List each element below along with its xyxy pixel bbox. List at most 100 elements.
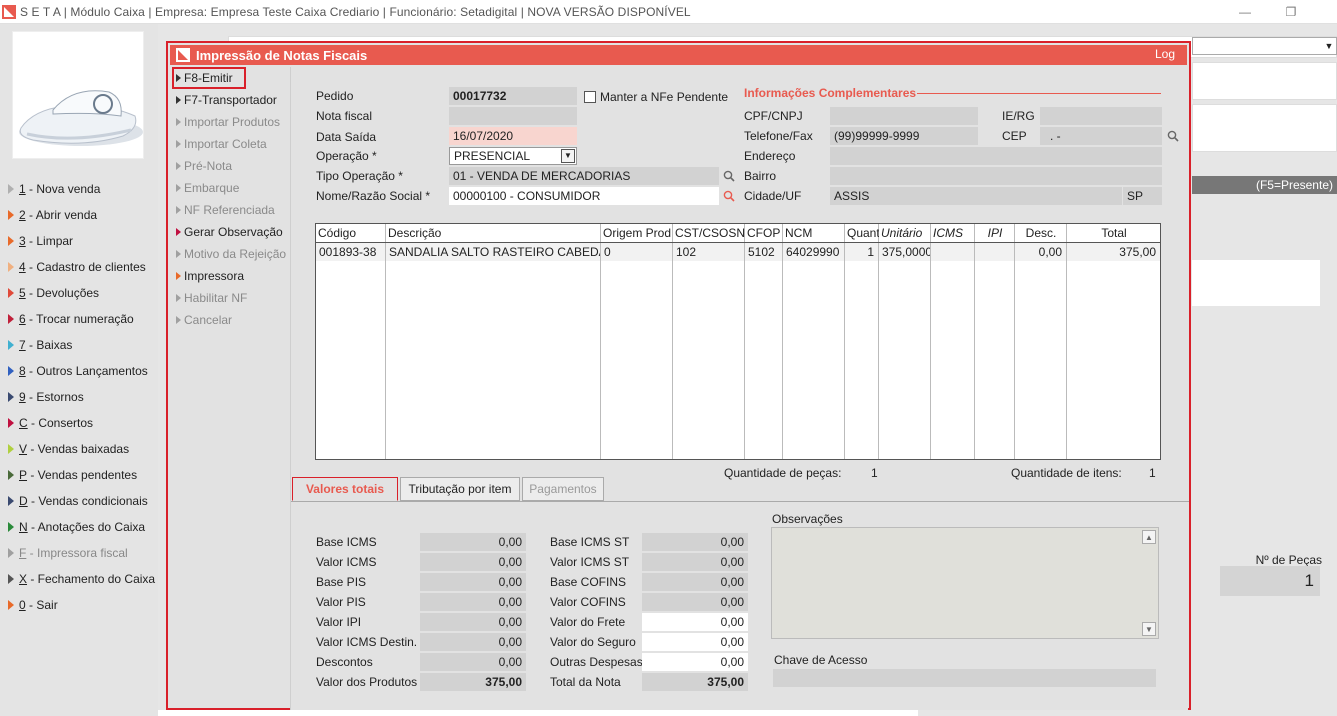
grid-cell[interactable]: 001893-38 (316, 243, 385, 261)
sandal-image-icon (19, 90, 143, 146)
items-grid[interactable]: Código 001893-38 Descrição SANDALIA SALTO R… (315, 223, 1161, 460)
endereco-label: Endereço (744, 149, 796, 163)
background-select[interactable]: ▼ (1192, 37, 1337, 55)
endereco-field[interactable] (830, 147, 1162, 165)
modal-menu-label: Habilitar NF (184, 291, 248, 305)
search-icon[interactable] (1167, 130, 1179, 142)
sidebar-item-9[interactable]: 9 - Estornos (0, 384, 158, 410)
grid-cell[interactable]: 5102 (745, 243, 782, 261)
modal-menu-item[interactable]: Embarque (170, 177, 290, 199)
search-icon[interactable] (723, 170, 735, 182)
nota-fiscal-field[interactable] (449, 107, 577, 125)
grid-header[interactable]: Origem Prod (601, 224, 673, 243)
sidebar-item-d[interactable]: D - Vendas condicionais (0, 488, 158, 514)
valor-field[interactable]: 0,00 (642, 613, 748, 631)
triangle-icon (8, 574, 14, 584)
valor-field[interactable]: 0,00 (642, 633, 748, 651)
tab-tributacao[interactable]: Tributação por item (400, 477, 520, 501)
modal-menu-item[interactable]: NF Referenciada (170, 199, 290, 221)
nome-razao-field[interactable]: 00000100 - CONSUMIDOR (449, 187, 719, 205)
sidebar-item-5[interactable]: 5 - Devoluções (0, 280, 158, 306)
sidebar-item-c[interactable]: C - Consertos (0, 410, 158, 436)
data-saida-field[interactable]: 16/07/2020 (449, 127, 577, 145)
sidebar-item-v[interactable]: V - Vendas baixadas (0, 436, 158, 462)
cidade-field[interactable]: ASSIS (830, 187, 1122, 205)
modal-menu-label: Gerar Observação (184, 225, 283, 239)
grid-header[interactable]: CST/CSOSN (673, 224, 745, 243)
modal-menu-item[interactable]: F7-Transportador (170, 89, 290, 111)
modal-menu-item[interactable]: Motivo da Rejeição (170, 243, 290, 265)
grid-cell[interactable]: SANDALIA SALTO RASTEIRO CABEDAL IN (386, 243, 600, 261)
grid-header[interactable]: Quant (845, 224, 879, 243)
sidebar-item-7[interactable]: 7 - Baixas (0, 332, 158, 358)
grid-header[interactable]: IPI (975, 224, 1015, 243)
tab-pagamentos[interactable]: Pagamentos (522, 477, 604, 501)
telefone-field[interactable]: (99)99999-9999 (830, 127, 978, 145)
valor-label: Valor COFINS (550, 595, 626, 609)
grid-cell[interactable]: 0,00 (1015, 243, 1066, 261)
modal-menu-item[interactable]: Gerar Observação (170, 221, 290, 243)
sidebar-item-label: - Impressora fiscal (26, 546, 128, 560)
modal-menu-item[interactable]: F8-Emitir (172, 67, 246, 89)
grid-header[interactable]: Descrição (386, 224, 601, 243)
sidebar-item-0[interactable]: 0 - Sair (0, 592, 158, 618)
tab-valores-totais[interactable]: Valores totais (292, 477, 398, 501)
modal-menu-item[interactable]: Pré-Nota (170, 155, 290, 177)
restore-button[interactable]: ❐ (1268, 0, 1314, 24)
grid-header[interactable]: Código (316, 224, 386, 243)
triangle-icon (8, 340, 14, 350)
tipo-operacao-field[interactable]: 01 - VENDA DE MERCADORIAS (449, 167, 719, 185)
sidebar-item-n[interactable]: N - Anotações do Caixa (0, 514, 158, 540)
grid-header[interactable]: Desc. (1015, 224, 1067, 243)
bairro-field[interactable] (830, 167, 1162, 185)
sidebar-item-3[interactable]: 3 - Limpar (0, 228, 158, 254)
scroll-up-icon[interactable]: ▲ (1142, 530, 1156, 544)
sidebar-item-f[interactable]: F - Impressora fiscal (0, 540, 158, 566)
grid-header[interactable]: ICMS (931, 224, 975, 243)
sidebar-item-8[interactable]: 8 - Outros Lançamentos (0, 358, 158, 384)
sidebar-item-x[interactable]: X - Fechamento do Caixa (0, 566, 158, 592)
sidebar-item-label: - Trocar numeração (25, 312, 134, 326)
grid-cell[interactable]: 64029990 (783, 243, 844, 261)
grid-cell[interactable]: 0 (601, 243, 672, 261)
minimize-button[interactable]: — (1222, 0, 1268, 24)
sidebar-item-p[interactable]: P - Vendas pendentes (0, 462, 158, 488)
cpf-field[interactable] (830, 107, 978, 125)
grid-cell[interactable] (975, 243, 1014, 261)
grid-header[interactable]: Unitário (879, 224, 931, 243)
cep-field[interactable]: . - (1040, 127, 1162, 145)
modal-menu-item[interactable]: Importar Coleta (170, 133, 290, 155)
valor-field: 0,00 (420, 553, 526, 571)
grid-cell[interactable]: 102 (673, 243, 744, 261)
scroll-down-icon[interactable]: ▼ (1142, 622, 1156, 636)
ie-field[interactable] (1040, 107, 1162, 125)
grid-header[interactable]: Total (1067, 224, 1160, 243)
grid-header[interactable]: NCM (783, 224, 845, 243)
observacoes-textarea[interactable]: ▲ ▼ (771, 527, 1159, 639)
sidebar-item-2[interactable]: 2 - Abrir venda (0, 202, 158, 228)
bairro-label: Bairro (744, 169, 777, 183)
log-button[interactable]: Log (1155, 47, 1175, 61)
pecas-label: Nº de Peças (1255, 553, 1322, 567)
modal-menu-item[interactable]: Cancelar (170, 309, 290, 331)
modal-menu-item[interactable]: Impressora (170, 265, 290, 287)
grid-cell[interactable]: 1 (845, 243, 878, 261)
manter-nfe-checkbox[interactable] (584, 91, 596, 103)
sidebar-item-4[interactable]: 4 - Cadastro de clientes (0, 254, 158, 280)
grid-cell[interactable] (931, 243, 974, 261)
sidebar-item-6[interactable]: 6 - Trocar numeração (0, 306, 158, 332)
grid-cell[interactable]: 375,00 (1067, 243, 1160, 261)
uf-field[interactable]: SP (1123, 187, 1162, 205)
sidebar-item-1[interactable]: 1 - Nova venda (0, 176, 158, 202)
operacao-select[interactable]: PRESENCIAL ▼ (449, 147, 577, 165)
search-icon[interactable] (723, 190, 735, 202)
data-saida-label: Data Saída (316, 130, 377, 144)
grid-cell[interactable]: 375,0000 (879, 243, 930, 261)
sidebar-item-key: N (19, 520, 28, 534)
sidebar-item-label: - Sair (25, 598, 58, 612)
modal-menu-item[interactable]: Importar Produtos (170, 111, 290, 133)
section-divider (917, 93, 1161, 94)
grid-header[interactable]: CFOP (745, 224, 783, 243)
valor-field[interactable]: 0,00 (642, 653, 748, 671)
modal-menu-item[interactable]: Habilitar NF (170, 287, 290, 309)
